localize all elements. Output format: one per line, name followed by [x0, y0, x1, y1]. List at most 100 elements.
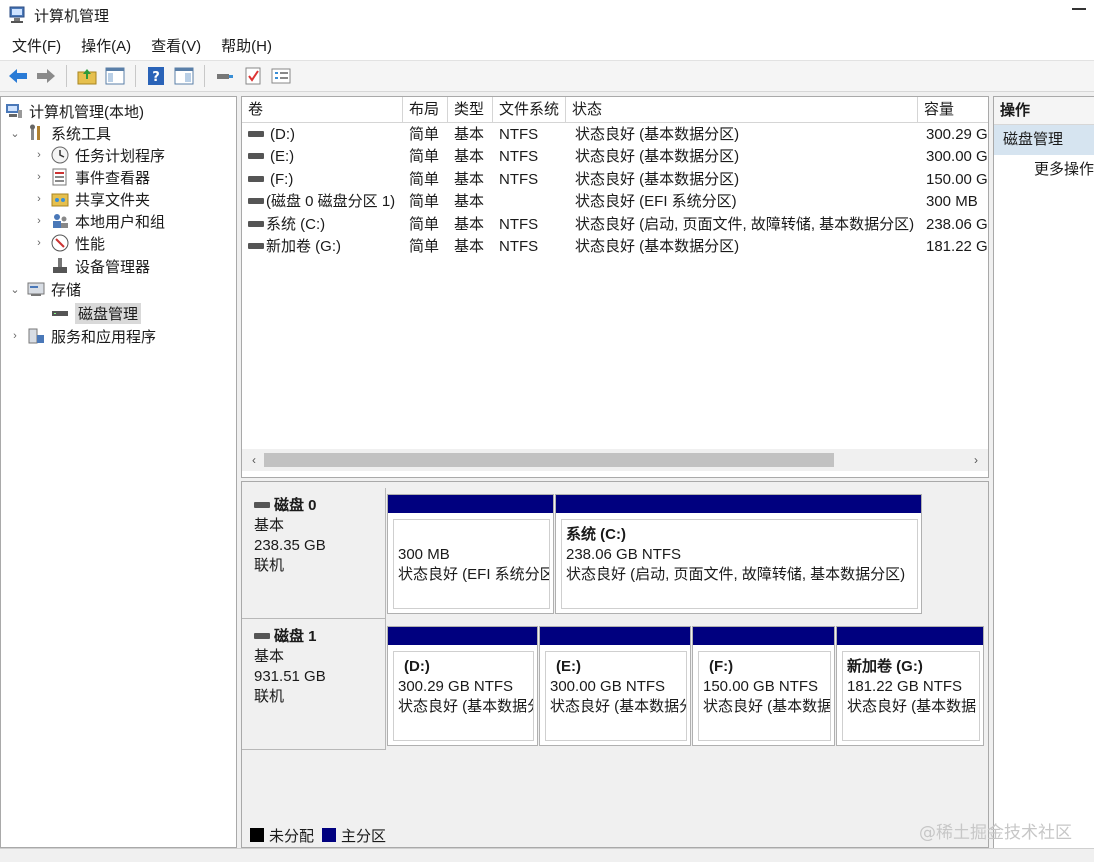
cell-filesystem: NTFS [499, 216, 539, 233]
show-hide-tree-icon[interactable] [103, 64, 127, 88]
table-row[interactable]: (D:) 简单 基本 NTFS 状态良好 (基本数据分区) 300.29 G [242, 124, 988, 146]
chevron-down-icon[interactable]: ⌄ [9, 283, 21, 296]
tree-item-system-tools[interactable]: ⌄ 系统工具 [9, 122, 111, 144]
legend-label: 主分区 [341, 827, 387, 845]
table-row[interactable]: (E:) 简单 基本 NTFS 状态良好 (基本数据分区) 300.00 G [242, 146, 988, 168]
menu-view[interactable]: 查看(V) [141, 31, 211, 60]
column-header-status[interactable]: 状态 [566, 97, 918, 123]
partition-block[interactable]: 系统 (C:) 238.06 GB NTFS 状态良好 (启动, 页面文件, 故… [555, 494, 922, 614]
partition-status: 状态良好 (启动, 页面文件, 故障转储, 基本数据分区) [566, 566, 906, 583]
connect-icon[interactable] [213, 64, 237, 88]
horizontal-scrollbar[interactable]: ‹ › [242, 449, 988, 471]
list-settings-icon[interactable] [269, 64, 293, 88]
up-folder-icon[interactable] [75, 64, 99, 88]
clock-icon [51, 146, 69, 164]
column-header-type[interactable]: 类型 [448, 97, 493, 123]
event-viewer-icon [52, 168, 67, 186]
tree-item-local-users[interactable]: › 本地用户和组 [33, 210, 165, 232]
tree-item-event-viewer[interactable]: › 事件查看器 [33, 166, 150, 188]
menu-bar: 文件(F) 操作(A) 查看(V) 帮助(H) [0, 30, 1094, 60]
partition-body: (F:) 150.00 GB NTFS 状态良好 (基本数据 [698, 651, 831, 741]
column-header-volume[interactable]: 卷 [242, 97, 403, 123]
disk-label[interactable]: 磁盘 1 基本 931.51 GB 联机 [242, 619, 386, 750]
forward-arrow-icon[interactable] [34, 64, 58, 88]
tree-label: 存储 [51, 281, 82, 299]
disk-icon [254, 502, 270, 508]
disk-map: 磁盘 0 基本 238.35 GB 联机 300 MB 状态良好 (EFI 系统… [241, 481, 989, 848]
chevron-left-icon[interactable]: ‹ [244, 449, 264, 471]
cell-layout: 简单 [409, 193, 440, 210]
tree-item-services-apps[interactable]: › 服务和应用程序 [9, 325, 156, 347]
partition-block[interactable]: (F:) 150.00 GB NTFS 状态良好 (基本数据 [692, 626, 835, 746]
partition-stripe [693, 627, 834, 645]
disk-icon [248, 198, 264, 205]
partition-block[interactable]: 300 MB 状态良好 (EFI 系统分区 [387, 494, 554, 614]
table-row[interactable]: 系统 (C:) 简单 基本 NTFS 状态良好 (启动, 页面文件, 故障转储,… [242, 214, 988, 236]
column-header-layout[interactable]: 布局 [403, 97, 448, 123]
properties-view-icon[interactable] [172, 64, 196, 88]
check-icon[interactable] [241, 64, 265, 88]
title-bar: 计算机管理 [0, 0, 1094, 30]
partition-size: 238.06 GB NTFS [566, 546, 682, 563]
actions-section-disk-management[interactable]: 磁盘管理 [994, 125, 1094, 155]
computer-management-icon [6, 104, 22, 118]
cell-filesystem: NTFS [499, 238, 539, 255]
chevron-right-icon[interactable]: › [33, 215, 45, 227]
tree-item-disk-management[interactable]: 磁盘管理 [51, 302, 142, 324]
cell-status: 状态良好 (EFI 系统分区) [575, 193, 737, 210]
table-row[interactable]: 新加卷 (G:) 简单 基本 NTFS 状态良好 (基本数据分区) 181.22… [242, 236, 988, 258]
tree-label: 事件查看器 [75, 169, 151, 187]
chevron-right-icon[interactable]: › [33, 149, 45, 161]
cell-type: 基本 [454, 126, 485, 143]
partition-body: 300 MB 状态良好 (EFI 系统分区 [393, 519, 550, 609]
tree-item-device-manager[interactable]: 设备管理器 [51, 255, 150, 277]
cell-status: 状态良好 (启动, 页面文件, 故障转储, 基本数据分区) [575, 216, 915, 233]
watermark: @稀土掘金技术社区 [919, 823, 1072, 843]
column-header-filesystem[interactable]: 文件系统 [493, 97, 566, 123]
table-row[interactable]: (磁盘 0 磁盘分区 1) 简单 基本 状态良好 (EFI 系统分区) 300 … [242, 191, 988, 213]
shared-folder-icon [51, 193, 69, 207]
scrollbar-thumb[interactable] [264, 453, 834, 467]
back-arrow-icon[interactable] [6, 64, 30, 88]
tree-label: 计算机管理(本地) [29, 103, 144, 121]
table-row[interactable]: (F:) 简单 基本 NTFS 状态良好 (基本数据分区) 150.00 G [242, 169, 988, 191]
chevron-down-icon[interactable]: ⌄ [9, 127, 21, 140]
tree-label: 磁盘管理 [75, 302, 142, 324]
chevron-right-icon[interactable]: › [33, 171, 45, 183]
legend-item-unallocated: 未分配 [250, 825, 314, 846]
cell-capacity: 300 MB [926, 193, 978, 210]
partition-block[interactable]: (E:) 300.00 GB NTFS 状态良好 (基本数据分 [539, 626, 691, 746]
volume-list: 卷 布局 类型 文件系统 状态 容量 (D:) 简单 基本 NTFS 状态良好 … [241, 96, 989, 478]
window-title: 计算机管理 [34, 7, 110, 25]
menu-file[interactable]: 文件(F) [2, 31, 71, 60]
tree-item-storage[interactable]: ⌄ 存储 [9, 278, 81, 300]
partition-block[interactable]: 新加卷 (G:) 181.22 GB NTFS 状态良好 (基本数据 [836, 626, 984, 746]
chevron-right-icon[interactable]: › [33, 237, 45, 249]
minimize-button[interactable] [1072, 8, 1086, 10]
tree-item-shared-folders[interactable]: › 共享文件夹 [33, 188, 150, 210]
status-bar [0, 848, 1094, 862]
partition-block[interactable]: (D:) 300.29 GB NTFS 状态良好 (基本数据分 [387, 626, 538, 746]
navigation-tree: 计算机管理(本地) ⌄ 系统工具 › 任务计划程序 › 事件查看器 › 共享文件… [0, 96, 237, 848]
column-header-capacity[interactable]: 容量 [918, 97, 988, 123]
unallocated-swatch [250, 828, 264, 842]
chevron-right-icon[interactable]: › [966, 449, 986, 471]
cell-layout: 简单 [409, 126, 440, 143]
menu-help[interactable]: 帮助(H) [211, 31, 282, 60]
disk-label[interactable]: 磁盘 0 基本 238.35 GB 联机 [242, 488, 386, 619]
partition-size: 300 MB [398, 546, 450, 563]
partition-body: (D:) 300.29 GB NTFS 状态良好 (基本数据分 [393, 651, 534, 741]
help-icon[interactable]: ? [144, 64, 168, 88]
chevron-right-icon[interactable]: › [9, 330, 21, 342]
performance-icon [51, 234, 69, 252]
tree-item-task-scheduler[interactable]: › 任务计划程序 [33, 144, 165, 166]
cell-capacity: 300.29 G [926, 126, 988, 143]
menu-action[interactable]: 操作(A) [71, 31, 141, 60]
tree-item-root[interactable]: 计算机管理(本地) [5, 100, 144, 122]
tools-icon [30, 124, 40, 140]
tree-item-performance[interactable]: › 性能 [33, 232, 105, 254]
partition-status: 状态良好 (基本数据分 [398, 698, 534, 715]
disk-kind: 基本 [254, 517, 285, 534]
more-actions-item[interactable]: 更多操作 [994, 155, 1094, 185]
chevron-right-icon[interactable]: › [33, 193, 45, 205]
